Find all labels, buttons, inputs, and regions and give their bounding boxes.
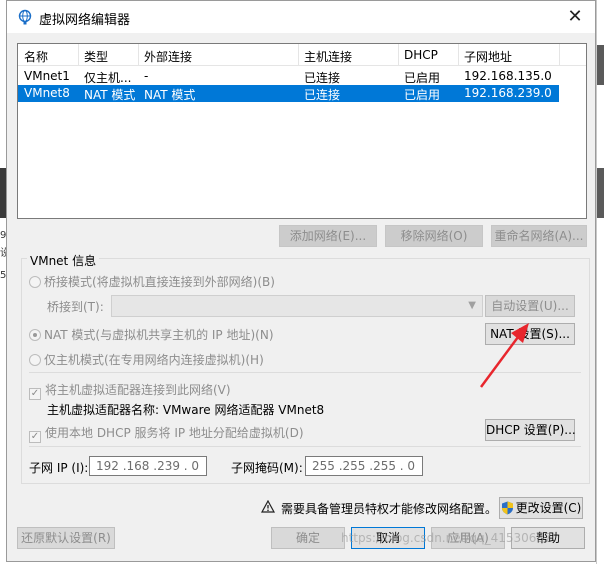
cell-type: NAT 模式 [84, 88, 136, 102]
dhcp-settings-button[interactable]: DHCP 设置(P)... [485, 419, 576, 441]
change-settings-button[interactable]: 更改设置(C) [499, 497, 583, 519]
radio-icon [29, 329, 41, 341]
warning-icon [261, 500, 275, 513]
nat-mode-label: NAT 模式(与虚拟机共享主机的 IP 地址)(N) [44, 328, 274, 342]
close-button[interactable]: ✕ [563, 5, 587, 29]
cell-host: 已连接 [304, 71, 341, 85]
column-header-type[interactable]: 类型 [84, 48, 108, 65]
subnet-ip-label: 子网 IP (I): [29, 461, 89, 475]
network-globe-icon [18, 9, 32, 25]
background-window-right [596, 0, 604, 564]
uac-shield-icon [501, 501, 513, 515]
bridge-mode-radio[interactable]: 桥接模式(将虚拟机直接连接到外部网络)(B) [29, 273, 275, 290]
adapter-name-label: 主机虚拟适配器名称: VMware 网络适配器 VMnet8 [47, 403, 325, 417]
column-header-subnet[interactable]: 子网地址 [464, 48, 512, 65]
table-row-selected[interactable]: VMnet8 NAT 模式 NAT 模式 已连接 已启用 192.168.239… [18, 85, 559, 102]
bridge-mode-label: 桥接模式(将虚拟机直接连接到外部网络)(B) [44, 275, 275, 289]
connect-adapter-label: 将主机虚拟适配器连接到此网络(V) [45, 383, 231, 397]
ok-button[interactable]: 确定 [271, 527, 345, 549]
watermark: https://blog.csdn.net/qq_41530687 [341, 531, 552, 545]
use-dhcp-checkbox[interactable]: ✓ 使用本地 DHCP 服务将 IP 地址分配给虚拟机(D) [29, 424, 304, 443]
cell-subnet: 192.168.135.0 [464, 69, 552, 83]
cell-external: - [144, 69, 149, 83]
bridge-to-select[interactable]: ▼ [111, 295, 483, 317]
column-header-external[interactable]: 外部连接 [144, 48, 192, 65]
subnet-mask-label: 子网掩码(M): [231, 461, 303, 475]
radio-icon [29, 354, 41, 366]
host-only-label: 仅主机模式(在专用网络内连接虚拟机)(H) [44, 353, 264, 367]
annotation-arrow-icon [479, 323, 529, 388]
host-only-radio[interactable]: 仅主机模式(在专用网络内连接虚拟机)(H) [29, 351, 264, 368]
virtual-network-editor-window: 虚拟网络编辑器 ✕ 名称 类型 外部连接 主机连接 DHCP 子网地址 VMne… [6, 0, 596, 562]
use-dhcp-label: 使用本地 DHCP 服务将 IP 地址分配给虚拟机(D) [45, 426, 304, 440]
auto-settings-button[interactable]: 自动设置(U)... [485, 295, 575, 317]
cell-name: VMnet1 [24, 69, 70, 83]
cell-subnet: 192.168.239.0 [464, 86, 552, 100]
table-row[interactable]: VMnet1 仅主机... - 已连接 已启用 192.168.135.0 [18, 68, 559, 85]
chevron-down-icon: ▼ [468, 300, 476, 311]
restore-defaults-button[interactable]: 还原默认设置(R) [17, 527, 115, 549]
remove-network-button[interactable]: 移除网络(O) [385, 225, 483, 247]
cell-dhcp: 已启用 [404, 88, 441, 102]
cell-host: 已连接 [304, 88, 341, 102]
cell-external: NAT 模式 [144, 88, 196, 102]
column-header-dhcp[interactable]: DHCP [404, 48, 438, 62]
title-bar: 虚拟网络编辑器 ✕ [7, 1, 595, 33]
admin-notice-text: 需要具备管理员特权才能修改网络配置。 [281, 502, 498, 516]
checkmark-icon: ✓ [29, 388, 41, 400]
vmnet-info-title: VMnet 信息 [27, 252, 100, 269]
list-header: 名称 类型 外部连接 主机连接 DHCP 子网地址 [18, 44, 586, 66]
cell-dhcp: 已启用 [404, 71, 441, 85]
bridge-to-label: 桥接到(T): [47, 300, 104, 314]
window-title: 虚拟网络编辑器 [39, 13, 131, 28]
network-list[interactable]: 名称 类型 外部连接 主机连接 DHCP 子网地址 VMnet1 仅主机... … [17, 43, 587, 219]
connect-adapter-checkbox[interactable]: ✓ 将主机虚拟适配器连接到此网络(V) [29, 381, 231, 400]
cell-type: 仅主机... [84, 71, 132, 85]
subnet-mask-input[interactable]: 255 .255 .255 . 0 [305, 456, 423, 476]
subnet-ip-input[interactable]: 192 .168 .239 . 0 [89, 456, 207, 476]
add-network-button[interactable]: 添加网络(E)... [279, 225, 377, 247]
column-header-name[interactable]: 名称 [24, 48, 48, 65]
nat-mode-radio[interactable]: NAT 模式(与虚拟机共享主机的 IP 地址)(N) [29, 326, 274, 343]
rename-network-button[interactable]: 重命名网络(A)... [491, 225, 587, 247]
cell-name: VMnet8 [24, 86, 70, 100]
radio-icon [29, 276, 41, 288]
checkmark-icon: ✓ [29, 431, 41, 443]
divider [29, 446, 581, 447]
change-settings-label: 更改设置(C) [515, 501, 582, 515]
column-header-host[interactable]: 主机连接 [304, 48, 352, 65]
